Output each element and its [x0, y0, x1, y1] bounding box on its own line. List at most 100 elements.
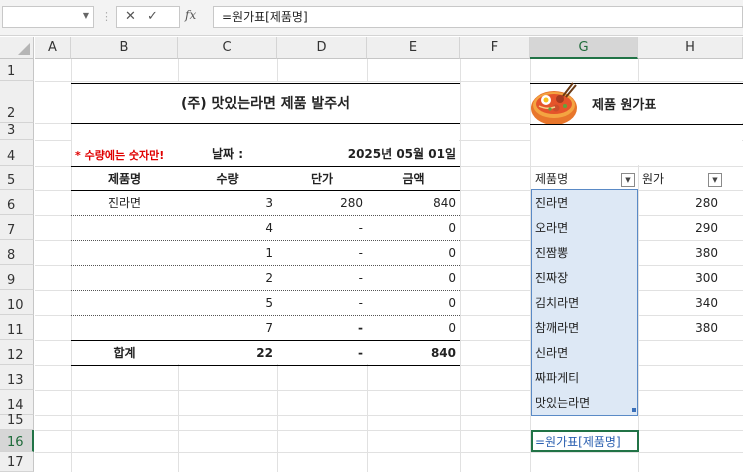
date-label[interactable]: 날짜 : — [178, 141, 277, 166]
qty-cell[interactable]: 3 — [178, 190, 277, 215]
column-header-a[interactable]: A — [35, 37, 71, 59]
amount-cell[interactable]: 0 — [367, 240, 460, 265]
name-box[interactable]: ▼ — [2, 6, 94, 28]
cost-name-cell[interactable]: 참깨라면 — [531, 315, 638, 340]
column-header-b[interactable]: B — [71, 37, 178, 59]
row-header-11[interactable]: 11 — [0, 315, 34, 340]
column-header-h[interactable]: H — [638, 37, 743, 59]
cost-value-cell[interactable]: 300 — [638, 265, 722, 290]
gridline — [460, 59, 461, 472]
cost-name-cell[interactable]: 진라면 — [531, 190, 638, 215]
product-cell[interactable] — [71, 215, 178, 240]
formula-input[interactable]: =원가표[제품명] — [213, 6, 743, 28]
amount-cell[interactable]: 0 — [367, 290, 460, 315]
border-line — [530, 124, 743, 125]
qty-cell[interactable]: 2 — [178, 265, 277, 290]
amount-cell[interactable]: 840 — [367, 190, 460, 215]
header-product[interactable]: 제품명 — [71, 166, 178, 190]
cost-name-cell[interactable]: 신라면 — [531, 340, 638, 365]
row-header-8[interactable]: 8 — [0, 240, 34, 265]
row-header-7[interactable]: 7 — [0, 215, 34, 240]
filter-dropdown-icon[interactable]: ▼ — [708, 173, 722, 187]
header-qty[interactable]: 수량 — [178, 166, 277, 190]
insert-function-icon[interactable]: fx — [185, 8, 196, 22]
row-header-15[interactable]: 15 — [0, 413, 34, 430]
cost-value-cell[interactable] — [638, 390, 722, 415]
cost-value-cell[interactable] — [638, 365, 722, 390]
price-cell[interactable]: - — [277, 315, 367, 340]
formula-bar-grip: ⋮ — [101, 10, 112, 23]
product-cell[interactable] — [71, 315, 178, 340]
product-cell[interactable] — [71, 265, 178, 290]
formula-buttons: ✕ ✓ — [116, 6, 180, 28]
cost-value-cell[interactable]: 380 — [638, 240, 722, 265]
total-qty[interactable]: 22 — [178, 340, 277, 365]
date-value[interactable]: 2025년 05월 01일 — [277, 141, 460, 166]
price-cell[interactable]: 280 — [277, 190, 367, 215]
amount-cell[interactable]: 0 — [367, 215, 460, 240]
row-header-1[interactable]: 1 — [0, 59, 34, 81]
column-header-d[interactable]: D — [277, 37, 367, 59]
row-header-3[interactable]: 3 — [0, 123, 34, 140]
select-all-button[interactable] — [0, 37, 34, 59]
cost-name-cell[interactable]: 진짜장 — [531, 265, 638, 290]
column-header-f[interactable]: F — [460, 37, 530, 59]
price-cell[interactable]: - — [277, 265, 367, 290]
amount-cell[interactable]: 0 — [367, 315, 460, 340]
enter-icon[interactable]: ✓ — [147, 9, 158, 24]
qty-cell[interactable]: 5 — [178, 290, 277, 315]
row-header-4[interactable]: 4 — [0, 140, 34, 166]
cost-value-cell[interactable]: 280 — [638, 190, 722, 215]
order-form-title[interactable]: (주) 맛있는라면 제품 발주서 — [71, 83, 460, 123]
formula-bar: ▼ ⋮ ✕ ✓ fx =원가표[제품명] — [0, 0, 743, 36]
qty-cell[interactable]: 7 — [178, 315, 277, 340]
filter-dropdown-icon[interactable]: ▼ — [621, 173, 635, 187]
select-all-icon — [18, 43, 30, 55]
cost-name-cell[interactable]: 오라면 — [531, 215, 638, 240]
price-cell[interactable]: - — [277, 240, 367, 265]
row-header-5[interactable]: 5 — [0, 166, 34, 190]
qty-cell[interactable]: 1 — [178, 240, 277, 265]
price-cell[interactable]: - — [277, 290, 367, 315]
header-price[interactable]: 단가 — [277, 166, 367, 190]
row-header-13[interactable]: 13 — [0, 365, 34, 390]
cost-name-cell[interactable]: 김치라면 — [531, 290, 638, 315]
cost-value-cell[interactable] — [638, 340, 722, 365]
row-header-10[interactable]: 10 — [0, 290, 34, 315]
row-header-9[interactable]: 9 — [0, 265, 34, 290]
column-header-c[interactable]: C — [178, 37, 277, 59]
cost-header-cost[interactable]: 원가 — [638, 166, 743, 190]
active-cell-formula[interactable]: =원가표[제품명] — [531, 430, 671, 452]
product-cell[interactable]: 진라면 — [71, 190, 178, 215]
row-header-6[interactable]: 6 — [0, 190, 34, 215]
row-header-2[interactable]: 2 — [0, 81, 34, 123]
cost-table-title[interactable]: 제품 원가표 — [588, 83, 738, 123]
cost-name-cell[interactable]: 진짬뽕 — [531, 240, 638, 265]
row-header-16[interactable]: 16 — [0, 430, 34, 452]
border-line — [71, 365, 460, 366]
border-line — [71, 123, 460, 124]
total-amount[interactable]: 840 — [367, 340, 460, 365]
product-cell[interactable] — [71, 240, 178, 265]
header-amount[interactable]: 금액 — [367, 166, 460, 190]
column-header-g[interactable]: G — [530, 37, 638, 59]
amount-cell[interactable]: 0 — [367, 265, 460, 290]
cost-value-cell[interactable]: 290 — [638, 215, 722, 240]
product-cell[interactable] — [71, 290, 178, 315]
row-header-17[interactable]: 17 — [0, 452, 34, 472]
price-cell[interactable]: - — [277, 215, 367, 240]
ramen-bowl-icon[interactable] — [529, 80, 579, 128]
chevron-down-icon[interactable]: ▼ — [83, 11, 89, 20]
cost-value-cell[interactable]: 380 — [638, 315, 722, 340]
cost-name-cell[interactable]: 짜파게티 — [531, 365, 638, 390]
cost-name-cell[interactable]: 맛있는라면 — [531, 390, 638, 415]
cost-value-cell[interactable]: 340 — [638, 290, 722, 315]
row-header-12[interactable]: 12 — [0, 340, 34, 365]
total-label[interactable]: 합계 — [71, 340, 178, 365]
row-header-14[interactable]: 14 — [0, 390, 34, 415]
total-price[interactable]: - — [277, 340, 367, 365]
qty-cell[interactable]: 4 — [178, 215, 277, 240]
gridline — [35, 452, 743, 453]
cancel-icon[interactable]: ✕ — [125, 9, 136, 24]
column-header-e[interactable]: E — [367, 37, 460, 59]
